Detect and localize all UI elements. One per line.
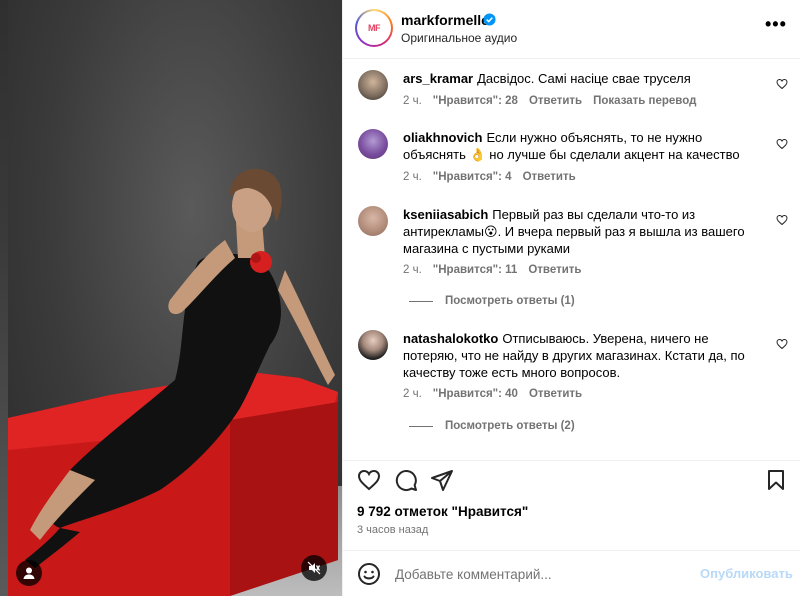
replies-divider xyxy=(409,425,433,427)
comment-icon[interactable] xyxy=(394,468,418,492)
commenter-username[interactable]: natashalokotko xyxy=(403,331,498,346)
more-options-button[interactable]: ••• xyxy=(765,14,787,35)
user-icon xyxy=(23,567,35,579)
bookmark-icon[interactable] xyxy=(764,468,788,492)
comment-likes[interactable]: "Нравится": 11 xyxy=(433,264,518,276)
model-photo xyxy=(8,168,338,596)
comment-time[interactable]: 2 ч. xyxy=(403,264,422,276)
comment-meta: 2 ч. "Нравится": 4 Ответить xyxy=(403,171,587,183)
commenter-avatar[interactable] xyxy=(358,70,388,100)
comment-meta: 2 ч. "Нравится": 40 Ответить xyxy=(403,388,593,400)
account-avatar[interactable]: MF xyxy=(355,9,393,47)
speaker-muted-icon xyxy=(307,561,321,575)
comment-meta: 2 ч. "Нравится": 11 Ответить xyxy=(403,264,592,276)
view-replies-button[interactable]: Посмотреть ответы (1) xyxy=(409,295,575,307)
view-replies-button[interactable]: Посмотреть ответы (2) xyxy=(409,420,575,432)
comment-likes[interactable]: "Нравится": 4 xyxy=(433,171,512,183)
comment-composer: Опубликовать xyxy=(343,550,800,596)
comment-time[interactable]: 2 ч. xyxy=(403,95,422,107)
smiley-icon[interactable] xyxy=(357,562,381,586)
instagram-post-modal: MF markformelle Оригинальное аудио ••• a… xyxy=(0,0,800,596)
paper-plane-icon[interactable] xyxy=(430,468,454,492)
commenter-username[interactable]: kseniiasabich xyxy=(403,207,488,222)
comments-list: ars_kramar Дасвідос. Самі насіце сваe тру… xyxy=(343,60,800,460)
heart-icon[interactable] xyxy=(357,468,381,492)
comment-text: Дасвідос. Самі насіце сваe труселя xyxy=(477,71,691,86)
mute-toggle-button[interactable] xyxy=(301,555,327,581)
verified-badge-icon xyxy=(483,13,496,26)
view-replies-label: Посмотреть ответы (1) xyxy=(445,295,575,307)
commenter-username[interactable]: ars_kramar xyxy=(403,71,473,86)
post-details-panel: MF markformelle Оригинальное аудио ••• a… xyxy=(342,0,800,596)
audio-label[interactable]: Оригинальное аудио xyxy=(401,31,517,45)
translate-button[interactable]: Показать перевод xyxy=(593,95,696,107)
heart-icon[interactable] xyxy=(776,78,788,90)
tagged-users-button[interactable] xyxy=(16,560,42,586)
commenter-avatar[interactable] xyxy=(358,129,388,159)
heart-icon[interactable] xyxy=(776,214,788,226)
comment-meta: 2 ч. "Нравится": 28 Ответить Показать перев… xyxy=(403,95,707,107)
heart-icon[interactable] xyxy=(776,338,788,350)
post-media[interactable] xyxy=(0,0,342,596)
account-logo: MF xyxy=(357,11,391,45)
heart-icon[interactable] xyxy=(776,138,788,150)
post-actions: 9 792 отметок "Нравится" 3 часов назад xyxy=(343,460,800,550)
comment-time[interactable]: 2 ч. xyxy=(403,388,422,400)
reply-button[interactable]: Ответить xyxy=(529,95,582,107)
post-time[interactable]: 3 часов назад xyxy=(357,524,428,536)
comment-time[interactable]: 2 ч. xyxy=(403,171,422,183)
commenter-avatar[interactable] xyxy=(358,206,388,236)
reply-button[interactable]: Ответить xyxy=(523,171,576,183)
comment-likes[interactable]: "Нравится": 28 xyxy=(433,95,518,107)
post-header: MF markformelle Оригинальное аудио ••• xyxy=(343,0,800,59)
logo-text: MF xyxy=(368,23,381,33)
publish-button[interactable]: Опубликовать xyxy=(700,566,793,581)
account-username[interactable]: markformelle xyxy=(401,12,489,28)
commenter-username[interactable]: oliakhnovich xyxy=(403,130,482,145)
replies-divider xyxy=(409,300,433,302)
comment-likes[interactable]: "Нравится": 40 xyxy=(433,388,518,400)
likes-count[interactable]: 9 792 отметок "Нравится" xyxy=(357,504,528,519)
view-replies-label: Посмотреть ответы (2) xyxy=(445,420,575,432)
comment-input[interactable] xyxy=(395,564,695,584)
reply-button[interactable]: Ответить xyxy=(529,388,582,400)
reply-button[interactable]: Ответить xyxy=(528,264,581,276)
commenter-avatar[interactable] xyxy=(358,330,388,360)
